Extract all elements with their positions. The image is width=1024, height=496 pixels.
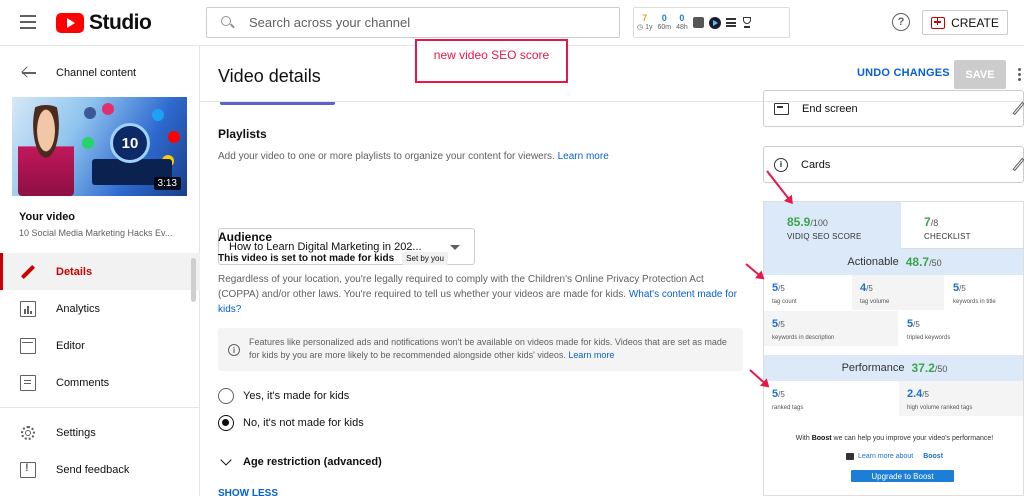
- show-less-button[interactable]: SHOW LESS: [218, 488, 278, 496]
- playlists-description: Add your video to one or more playlists …: [218, 151, 609, 162]
- sidebar-item-settings[interactable]: Settings: [0, 414, 200, 451]
- chevron-down-icon: [220, 454, 232, 466]
- radio-not-made-for-kids[interactable]: No, it's not made for kids: [218, 415, 364, 431]
- cards-row[interactable]: i Cards: [763, 146, 1024, 183]
- age-restriction-toggle[interactable]: Age restriction (advanced): [218, 454, 382, 468]
- pencil-icon: [20, 264, 36, 280]
- metric-tag-count: 5/5 tag count: [764, 275, 852, 311]
- sidebar: Channel content 10 3:13 Your video 10 So…: [0, 46, 200, 496]
- cards-icon: i: [774, 157, 788, 172]
- stat-1y: 7 ◷ 1y: [637, 12, 653, 31]
- boost-promo-text: With Boost we can help you improve your …: [795, 435, 994, 442]
- info-learn-more-link[interactable]: Learn more: [568, 350, 614, 360]
- social-bubble: [102, 103, 114, 115]
- radio-made-for-kids[interactable]: Yes, it's made for kids: [218, 388, 349, 404]
- search-icon: [221, 15, 235, 30]
- menu-icon[interactable]: [20, 15, 36, 29]
- audience-info-text: Features like personalized ads and notif…: [249, 337, 727, 360]
- create-button[interactable]: CREATE: [922, 10, 1008, 35]
- learn-more-boost-link[interactable]: Learn more about Boost: [764, 453, 1023, 460]
- video-title: 10 Social Media Marketing Hacks Ev...: [19, 228, 173, 238]
- video-thumbnail[interactable]: 10 3:13: [12, 97, 187, 196]
- sidebar-divider: [0, 407, 200, 408]
- social-bubble: [152, 109, 164, 121]
- editor-icon: [20, 337, 36, 354]
- radio-yes-icon[interactable]: [218, 388, 234, 404]
- logo-text: Studio: [89, 11, 152, 34]
- undo-changes-button[interactable]: UNDO CHANGES: [857, 67, 950, 79]
- audience-status: This video is set to not made for kids S…: [218, 252, 448, 265]
- vidiq-seo-panel: 85.9/100 VIDIQ SEO SCORE 7/8 CHECKLIST A…: [763, 201, 1024, 496]
- analytics-icon: [20, 300, 36, 317]
- tab-seo-score[interactable]: 85.9/100 VIDIQ SEO SCORE: [764, 202, 901, 249]
- youtube-play-icon: [56, 13, 84, 33]
- your-video-label: Your video: [19, 211, 76, 223]
- end-screen-row[interactable]: End screen: [763, 90, 1024, 127]
- stat-48h: 0 48h: [676, 12, 688, 31]
- search-input[interactable]: [249, 15, 609, 30]
- studio-logo[interactable]: Studio: [56, 11, 152, 35]
- edit-pencil-icon[interactable]: [1012, 157, 1024, 172]
- social-bubble: [168, 131, 180, 143]
- sidebar-item-comments[interactable]: Comments: [0, 364, 200, 401]
- thumbnail-person: [18, 105, 74, 196]
- radio-no-icon[interactable]: [218, 415, 234, 431]
- video-duration: 3:13: [153, 177, 181, 190]
- social-bubble: [84, 107, 96, 119]
- sidebar-item-send-feedback[interactable]: Send feedback: [0, 451, 200, 488]
- boost-icon: [845, 453, 854, 460]
- sidebar-item-analytics[interactable]: Analytics: [0, 290, 200, 327]
- tab-checklist[interactable]: 7/8 CHECKLIST: [901, 202, 1023, 249]
- metric-high-volume-ranked-tags: 2.4/5 high volume ranked tags: [899, 381, 1023, 417]
- info-icon: i: [228, 344, 240, 356]
- metric-tripled-keywords: 5/5 tripled keywords: [899, 311, 1023, 347]
- sidebar-nav: Details Analytics Editor Comments Settin…: [0, 253, 200, 488]
- audience-body: Regardless of your location, you're lega…: [218, 274, 737, 315]
- comments-icon: [20, 374, 36, 391]
- feedback-icon: [20, 461, 36, 478]
- annotation-callout: new video SEO score: [415, 39, 568, 83]
- dropdown-caret-icon: [450, 245, 460, 250]
- edit-pencil-icon[interactable]: [1012, 101, 1024, 116]
- social-bubble: [82, 137, 94, 149]
- create-video-icon: [931, 16, 946, 29]
- scrolled-thumbnail-edge: [220, 102, 335, 105]
- metric-ranked-tags: 5/5 ranked tags: [764, 381, 899, 417]
- metric-keywords-in-title: 5/5 keywords in title: [945, 275, 1023, 311]
- metric-tag-volume: 4/5 tag volume: [852, 275, 945, 311]
- metric-keywords-in-description: 5/5 keywords in description: [764, 311, 899, 347]
- back-to-channel-content[interactable]: Channel content: [0, 60, 200, 86]
- gear-icon: [20, 425, 36, 441]
- help-icon[interactable]: ?: [892, 13, 910, 31]
- stat-label: ◷ 1y: [637, 23, 653, 31]
- playlists-learn-more-link[interactable]: Learn more: [558, 151, 609, 162]
- playlists-heading: Playlists: [218, 127, 267, 141]
- set-by-you-chip: Set by you: [402, 252, 448, 265]
- more-options-icon[interactable]: [1018, 68, 1021, 81]
- main-content: Video details new video SEO score UNDO C…: [200, 39, 1024, 496]
- back-arrow-icon: [21, 66, 36, 79]
- search-bar[interactable]: [206, 7, 620, 38]
- vidiq-logo-icon[interactable]: [708, 16, 721, 29]
- vidiq-toolbar: 7 ◷ 1y 0 60m 0 48h: [633, 7, 790, 38]
- sidebar-scrollbar[interactable]: [191, 258, 196, 302]
- save-button[interactable]: SAVE: [954, 60, 1006, 89]
- sidebar-item-editor[interactable]: Editor: [0, 327, 200, 364]
- audience-info-box: i Features like personalized ads and not…: [218, 328, 743, 371]
- audience-heading: Audience: [218, 230, 273, 244]
- chart-icon[interactable]: [692, 17, 704, 28]
- list-icon[interactable]: [725, 18, 736, 27]
- trophy-icon[interactable]: [741, 16, 753, 29]
- stat-60m: 0 60m: [657, 12, 672, 31]
- upgrade-to-boost-button[interactable]: Upgrade to Boost: [851, 470, 954, 482]
- sidebar-item-details[interactable]: Details: [0, 253, 200, 290]
- thumbnail-badge: 10: [110, 123, 150, 163]
- end-screen-icon: [774, 102, 789, 115]
- page-title: Video details: [218, 66, 321, 86]
- performance-header: Performance 37.2/50: [764, 355, 1023, 381]
- actionable-header: Actionable 48.7/50: [764, 249, 1023, 275]
